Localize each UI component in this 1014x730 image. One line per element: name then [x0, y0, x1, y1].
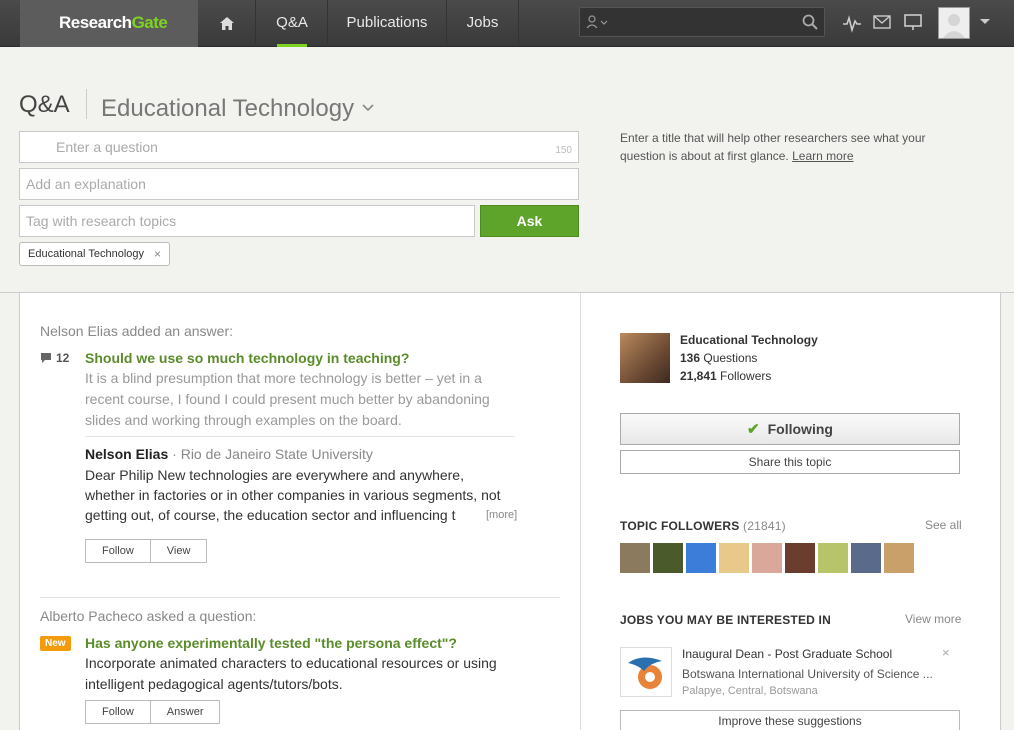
follow-question-button[interactable]: Follow	[86, 701, 150, 723]
author-institution: · Rio de Janeiro State University	[172, 446, 373, 462]
follower-avatar[interactable]	[653, 543, 683, 573]
job-institution-logo[interactable]	[620, 647, 672, 697]
topic-followers-count: 21,841 Followers	[680, 369, 772, 383]
section-title: Q&A	[19, 91, 70, 118]
activity-icon[interactable]	[842, 13, 862, 33]
author-name-link[interactable]: Nelson Elias	[85, 446, 168, 462]
follower-avatar[interactable]	[785, 543, 815, 573]
see-all-link[interactable]: See all	[925, 518, 962, 532]
character-counter: 150	[555, 145, 572, 156]
view-question-button[interactable]: View	[149, 540, 207, 562]
question-hint: Enter a title that will help other resea…	[620, 129, 940, 165]
researchgate-logo[interactable]: ResearchGate	[20, 0, 198, 47]
explanation-placeholder: Add an explanation	[26, 176, 146, 192]
follower-avatar[interactable]	[686, 543, 716, 573]
notifications-icon[interactable]	[904, 13, 922, 31]
topic-title: Educational Technology	[101, 95, 355, 122]
jobs-heading: JOBS YOU MAY BE INTERESTED IN	[620, 613, 831, 627]
job-organization: Botswana International University of Sci…	[682, 667, 933, 681]
improve-suggestions-button[interactable]: Improve these suggestions	[620, 710, 960, 730]
nav-jobs[interactable]: Jobs	[447, 0, 519, 47]
view-more-link[interactable]: View more	[905, 612, 961, 626]
person-filter-icon[interactable]	[586, 14, 612, 30]
avatar[interactable]	[938, 7, 970, 39]
answer-text: Dear Philip New technologies are everywh…	[85, 467, 501, 523]
ask-button[interactable]: Ask	[480, 205, 579, 237]
answer-author: Nelson Elias · Rio de Janeiro State Univ…	[85, 446, 373, 462]
checkmark-icon: ✔	[747, 421, 760, 438]
topic-questions-count: 136 Questions	[680, 351, 758, 365]
explanation-input[interactable]: Add an explanation	[19, 168, 579, 200]
follower-avatars	[620, 543, 914, 573]
feed-activity-label: Alberto Pacheco asked a question:	[40, 608, 257, 624]
follower-avatar[interactable]	[752, 543, 782, 573]
question-title-link[interactable]: Has anyone experimentally tested "the pe…	[85, 635, 457, 651]
question-snippet: It is a blind presumption that more tech…	[85, 370, 490, 428]
tags-input[interactable]: Tag with research topics	[19, 205, 475, 237]
more-link[interactable]: [more]	[482, 509, 518, 521]
topic-selector[interactable]: Educational Technology	[101, 91, 374, 123]
question-input[interactable]: Enter a question 150	[19, 131, 579, 163]
nav-publications[interactable]: Publications	[328, 0, 447, 47]
new-badge: New	[40, 636, 71, 651]
follower-avatar[interactable]	[818, 543, 848, 573]
following-button[interactable]: ✔ Following	[620, 413, 960, 445]
follower-avatar[interactable]	[851, 543, 881, 573]
separator	[85, 436, 515, 437]
chevron-down-icon	[362, 91, 374, 119]
comment-icon	[41, 353, 51, 363]
feed-item-actions: Follow View	[85, 539, 208, 563]
job-title-link[interactable]: Inaugural Dean - Post Graduate School	[682, 647, 892, 661]
job-location: Palapye, Central, Botswana	[682, 685, 818, 697]
hint-text: Enter a title that will help other resea…	[620, 131, 926, 163]
learn-more-link[interactable]: Learn more	[792, 149, 853, 163]
follower-avatar[interactable]	[884, 543, 914, 573]
follower-avatar[interactable]	[620, 543, 650, 573]
sidebar-topic-name[interactable]: Educational Technology	[680, 333, 818, 347]
top-navigation-bar: ResearchGate Q&A Publications Jobs	[0, 0, 1014, 47]
nav-qa[interactable]: Q&A	[257, 0, 328, 47]
feed-activity-label: Nelson Elias added an answer:	[40, 323, 234, 339]
dismiss-job-icon[interactable]: ×	[942, 645, 950, 660]
topic-image[interactable]	[620, 333, 670, 383]
main-content: Nelson Elias added an answer: 12 Should …	[19, 293, 1001, 730]
search-input[interactable]	[579, 7, 825, 37]
mail-icon[interactable]	[873, 13, 891, 31]
answer-question-button[interactable]: Answer	[149, 701, 220, 723]
follow-question-button[interactable]: Follow	[86, 540, 150, 562]
answer-count: 12	[40, 351, 69, 365]
feed-separator	[40, 597, 560, 598]
ask-question-panel: Q&A Educational Technology Enter a quest…	[0, 47, 1014, 293]
search-icon[interactable]	[802, 14, 818, 30]
remove-tag-icon[interactable]: ×	[154, 247, 161, 261]
question-placeholder: Enter a question	[56, 139, 158, 155]
title-divider	[86, 89, 87, 119]
question-text: Incorporate animated characters to educa…	[85, 655, 497, 692]
topic-tag-chip: Educational Technology ×	[19, 242, 171, 266]
account-menu-chevron-icon[interactable]	[980, 19, 990, 24]
tags-placeholder: Tag with research topics	[26, 213, 177, 229]
home-icon[interactable]	[199, 0, 256, 47]
tag-chip-label: Educational Technology	[28, 248, 144, 260]
column-divider	[580, 293, 581, 730]
share-topic-button[interactable]: Share this topic	[620, 450, 960, 474]
feed-item-actions: Follow Answer	[85, 700, 221, 724]
follower-avatar[interactable]	[719, 543, 749, 573]
question-title-link[interactable]: Should we use so much technology in teac…	[85, 350, 409, 366]
topic-followers-heading: TOPIC FOLLOWERS (21841)	[620, 519, 786, 533]
